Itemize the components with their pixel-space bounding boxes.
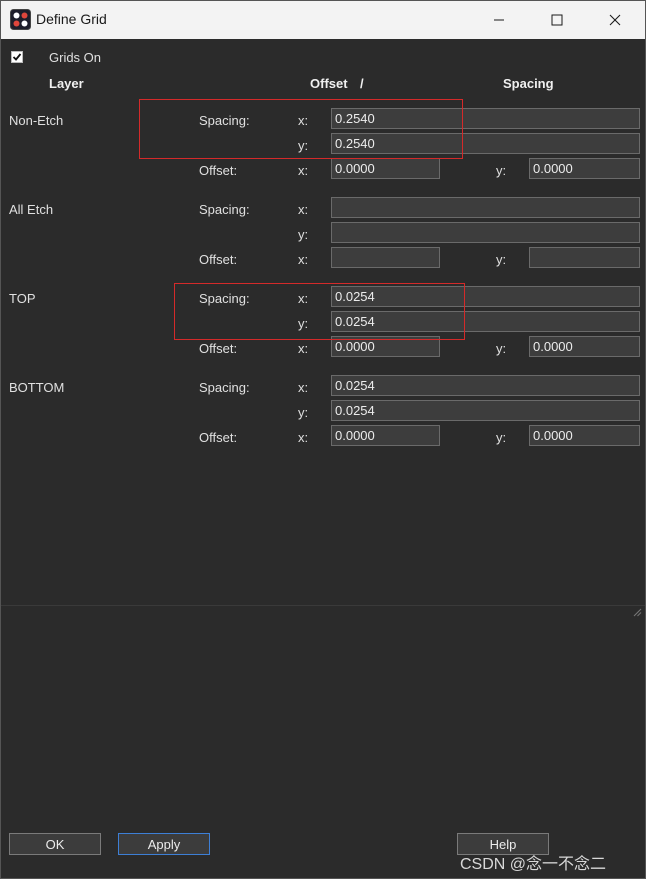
grids-on-label: Grids On xyxy=(49,50,102,65)
x-label: x: xyxy=(298,430,309,445)
non-etch-offset-x-input[interactable]: 0.0000 xyxy=(331,158,440,179)
layer-name: TOP xyxy=(9,291,36,306)
y-label: y: xyxy=(298,227,309,242)
offset-label: Offset: xyxy=(199,430,238,445)
apply-button[interactable]: Apply xyxy=(118,833,210,855)
top-spacing-y-input[interactable]: 0.0254 xyxy=(331,311,640,332)
y-label: y: xyxy=(298,316,309,331)
x-label: x: xyxy=(298,113,309,128)
minimize-button[interactable] xyxy=(476,1,522,39)
top-offset-y-input[interactable]: 0.0000 xyxy=(529,336,640,357)
all-etch-spacing-x-input[interactable] xyxy=(331,197,640,218)
header-slash: / xyxy=(360,76,364,91)
y-label: y: xyxy=(496,252,507,267)
x-label: x: xyxy=(298,252,309,267)
grids-on-checkbox[interactable] xyxy=(11,51,23,63)
all-etch-offset-y-input[interactable] xyxy=(529,247,640,268)
offset-label: Offset: xyxy=(199,163,238,178)
close-button[interactable] xyxy=(592,1,638,39)
minimize-icon xyxy=(494,19,504,21)
bottom-spacing-x-input[interactable]: 0.0254 xyxy=(331,375,640,396)
non-etch-spacing-y-input[interactable]: 0.2540 xyxy=(331,133,640,154)
spacing-label: Spacing: xyxy=(199,380,250,395)
layer-name: BOTTOM xyxy=(9,380,65,395)
x-label: x: xyxy=(298,341,309,356)
offset-label: Offset: xyxy=(199,252,238,267)
non-etch-offset-y-input[interactable]: 0.0000 xyxy=(529,158,640,179)
all-etch-offset-x-input[interactable] xyxy=(331,247,440,268)
layer-name: Non-Etch xyxy=(9,113,64,128)
y-label: y: xyxy=(298,405,309,420)
non-etch-spacing-x-input[interactable]: 0.2540 xyxy=(331,108,640,129)
offset-label: Offset: xyxy=(199,341,238,356)
header-offset: Offset xyxy=(310,76,348,91)
define-grid-window: Define Grid Grids On Layer Offset / Spac… xyxy=(0,0,646,879)
x-label: x: xyxy=(298,202,309,217)
all-etch-spacing-y-input[interactable] xyxy=(331,222,640,243)
x-label: x: xyxy=(298,291,309,306)
watermark: CSDN @念一不念二 xyxy=(460,856,607,873)
bottom-offset-y-input[interactable]: 0.0000 xyxy=(529,425,640,446)
bottom-spacing-y-input[interactable]: 0.0254 xyxy=(331,400,640,421)
checkmark-icon xyxy=(12,53,22,61)
top-offset-x-input[interactable]: 0.0000 xyxy=(331,336,440,357)
top-spacing-x-input[interactable]: 0.0254 xyxy=(331,286,640,307)
resize-grip-icon[interactable] xyxy=(632,607,642,617)
ok-button[interactable]: OK xyxy=(9,833,101,855)
x-label: x: xyxy=(298,380,309,395)
y-label: y: xyxy=(298,138,309,153)
app-icon xyxy=(10,9,31,30)
y-label: y: xyxy=(496,163,507,178)
window-title: Define Grid xyxy=(36,11,107,27)
header-spacing: Spacing xyxy=(503,76,554,91)
spacing-label: Spacing: xyxy=(199,113,250,128)
bottom-offset-x-input[interactable]: 0.0000 xyxy=(331,425,440,446)
spacing-label: Spacing: xyxy=(199,291,250,306)
separator xyxy=(1,605,645,606)
maximize-icon xyxy=(551,14,563,26)
layer-name: All Etch xyxy=(9,202,54,217)
maximize-button[interactable] xyxy=(534,1,580,39)
x-label: x: xyxy=(298,163,309,178)
header-layer: Layer xyxy=(49,76,84,91)
title-bar[interactable]: Define Grid xyxy=(1,1,645,39)
y-label: y: xyxy=(496,341,507,356)
close-icon xyxy=(609,14,621,26)
spacing-label: Spacing: xyxy=(199,202,250,217)
y-label: y: xyxy=(496,430,507,445)
